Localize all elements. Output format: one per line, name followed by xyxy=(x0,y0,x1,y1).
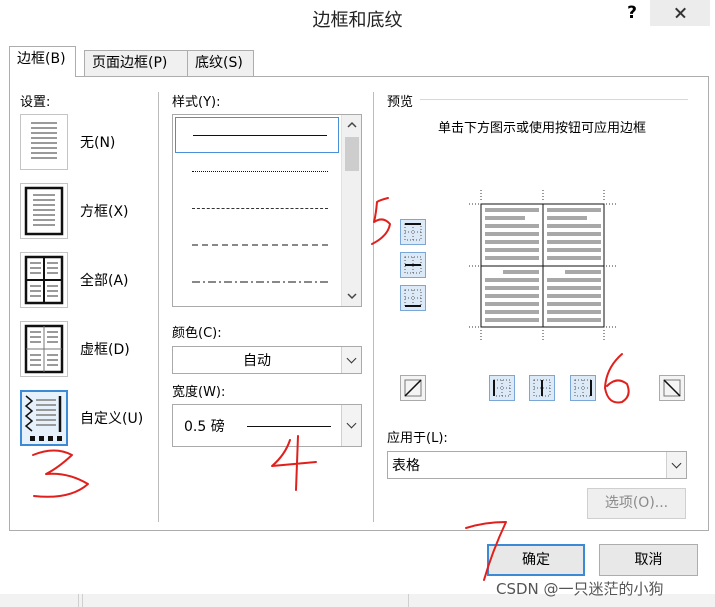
annotation-6 xyxy=(604,353,630,404)
annotation-3 xyxy=(32,449,89,498)
annotation-5 xyxy=(371,197,391,245)
tab-borders[interactable]: 边框(B) xyxy=(9,46,76,77)
handwritten-annotations xyxy=(32,197,630,581)
annotation-4 xyxy=(271,435,317,491)
annotation-7 xyxy=(465,521,507,581)
watermark: CSDN @一只迷茫的小狗 xyxy=(496,580,664,598)
